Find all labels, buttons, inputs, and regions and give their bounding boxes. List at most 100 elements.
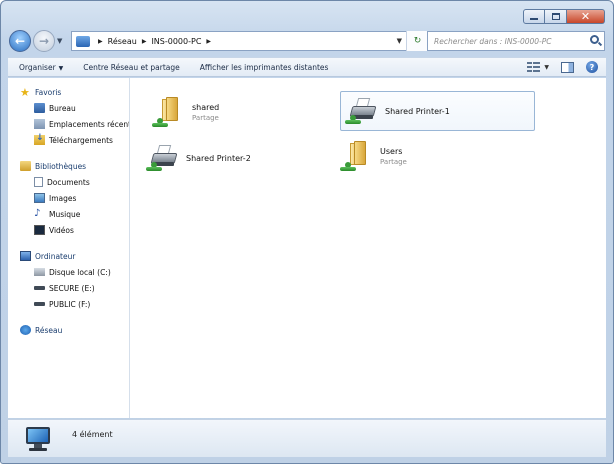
close-button[interactable]: ✕ (567, 9, 605, 24)
organize-button[interactable]: Organiser ▼ (16, 61, 66, 74)
caption-buttons: ✕ (523, 9, 605, 24)
item-count: 4 élément (72, 430, 113, 439)
list-item-shared-printer-1[interactable]: Shared Printer-1 (340, 91, 535, 131)
sidebar-item-images[interactable]: Images (8, 190, 129, 206)
breadcrumb-separator-icon[interactable]: ▶ (142, 38, 147, 45)
sidebar-item-recent-places[interactable]: Emplacements récents (8, 116, 129, 132)
close-icon: ✕ (580, 10, 591, 23)
network-icon (20, 325, 31, 335)
list-item-shared[interactable]: shared Partage (152, 92, 332, 132)
breadcrumb-separator-icon[interactable]: ▶ (206, 38, 211, 45)
sidebar-item-label: Disque local (C:) (49, 267, 111, 277)
sidebar-item-desktop[interactable]: Bureau (8, 100, 129, 116)
address-bar[interactable]: ▶ Réseau ▶ INS-0000-PC ▶ ▼ ↻ (71, 31, 429, 51)
tile-text: Shared Printer-1 (385, 107, 450, 116)
sidebar-item-downloads[interactable]: Téléchargements (8, 132, 129, 148)
removable-drive-icon (34, 302, 45, 306)
explorer-window: ✕ ← → ▼ ▶ Réseau ▶ INS-0000-PC ▶ ▼ ↻ Rec… (0, 0, 614, 464)
sidebar-item-documents[interactable]: Documents (8, 174, 129, 190)
star-icon: ★ (20, 85, 30, 99)
organize-label: Organiser (19, 62, 56, 72)
show-printers-button[interactable]: Afficher les imprimantes distantes (197, 61, 332, 74)
search-box[interactable]: Rechercher dans : INS-0000-PC (427, 31, 605, 51)
tile-text: Users Partage (380, 147, 407, 166)
refresh-button[interactable]: ↻ (406, 31, 428, 51)
share-badge-icon (146, 162, 162, 171)
item-name: shared (192, 102, 220, 112)
address-dropdown-icon[interactable]: ▼ (397, 37, 402, 45)
desktop-icon (34, 103, 45, 113)
computer-icon (22, 425, 56, 453)
main-body: ★ Favoris Bureau Emplacements récents Tél… (8, 78, 606, 418)
image-icon (34, 193, 45, 203)
sidebar-item-label: PUBLIC (F:) (49, 299, 91, 309)
sidebar-item-label: Images (49, 193, 77, 203)
refresh-icon: ↻ (413, 36, 422, 46)
details-pane: 4 élément (8, 419, 606, 457)
libraries-label: Bibliothèques (35, 161, 87, 171)
tile-text: shared Partage (192, 103, 219, 122)
search-icon[interactable] (590, 35, 599, 44)
recent-places-icon (34, 119, 45, 129)
video-icon (34, 225, 45, 235)
sidebar-item-public-drive[interactable]: PUBLIC (F:) (8, 296, 129, 312)
forward-button[interactable]: → (33, 30, 55, 52)
tile-text: Shared Printer-2 (186, 154, 251, 163)
network-label: Réseau (35, 325, 63, 335)
file-list: shared Partage Shared Printer-1 Shared P… (130, 78, 606, 418)
sidebar-item-music[interactable]: ♪ Musique (8, 206, 129, 222)
printer-icon (345, 96, 379, 126)
back-arrow-icon: ← (14, 34, 26, 48)
chevron-down-icon: ▼ (58, 64, 64, 72)
search-input[interactable]: Rechercher dans : INS-0000-PC (434, 37, 552, 46)
list-item-users[interactable]: Users Partage (340, 136, 530, 176)
library-icon (20, 161, 31, 171)
sidebar-item-label: Téléchargements (49, 135, 113, 145)
favorites-label: Favoris (35, 87, 62, 97)
item-type: Partage (192, 113, 219, 122)
network-center-button[interactable]: Centre Réseau et partage (80, 61, 183, 74)
navigation-pane: ★ Favoris Bureau Emplacements récents Tél… (8, 78, 130, 418)
maximize-icon (551, 13, 560, 20)
sidebar-item-computer[interactable]: Ordinateur (8, 248, 129, 264)
sidebar-item-label: Emplacements récents (49, 119, 130, 129)
sidebar-item-libraries[interactable]: Bibliothèques (8, 158, 129, 174)
change-view-icon[interactable] (527, 61, 541, 73)
computer-group: Ordinateur Disque local (C:) SECURE (E:)… (8, 248, 129, 312)
share-badge-icon (340, 162, 356, 171)
sidebar-item-label: Vidéos (49, 225, 74, 235)
share-badge-icon (152, 118, 168, 127)
network-location-icon (76, 35, 90, 47)
computer-label: Ordinateur (35, 251, 76, 261)
preview-pane-icon[interactable] (561, 61, 574, 73)
command-bar-right: ▼ ? (527, 61, 598, 73)
network-group: Réseau (8, 322, 129, 338)
sidebar-item-favorites[interactable]: ★ Favoris (8, 84, 129, 100)
view-options-dropdown-icon[interactable]: ▼ (544, 64, 549, 71)
sidebar-item-network[interactable]: Réseau (8, 322, 129, 338)
sidebar-item-label: Bureau (49, 103, 76, 113)
back-button[interactable]: ← (9, 30, 31, 52)
sidebar-item-videos[interactable]: Vidéos (8, 222, 129, 238)
computer-icon (20, 251, 31, 261)
downloads-icon (34, 133, 45, 145)
sidebar-item-label: Documents (47, 177, 90, 187)
document-icon (34, 177, 43, 187)
navigation-row: ← → ▼ ▶ Réseau ▶ INS-0000-PC ▶ ▼ ↻ Reche… (9, 30, 605, 52)
shared-folder-icon (152, 95, 186, 129)
help-icon[interactable]: ? (586, 61, 598, 73)
sidebar-item-label: SECURE (E:) (49, 283, 95, 293)
sidebar-item-secure-drive[interactable]: SECURE (E:) (8, 280, 129, 296)
users-folder-icon (340, 139, 374, 173)
recent-pages-dropdown-icon[interactable]: ▼ (57, 37, 62, 45)
breadcrumb-separator-icon[interactable]: ▶ (98, 38, 103, 45)
list-item-shared-printer-2[interactable]: Shared Printer-2 (146, 140, 336, 176)
breadcrumb-reseau[interactable]: Réseau (108, 37, 137, 46)
minimize-button[interactable] (523, 9, 545, 24)
forward-arrow-icon: → (38, 34, 50, 48)
sidebar-item-local-disk[interactable]: Disque local (C:) (8, 264, 129, 280)
maximize-button[interactable] (545, 9, 567, 24)
breadcrumb-computer[interactable]: INS-0000-PC (151, 37, 201, 46)
libraries-group: Bibliothèques Documents Images ♪ Musique … (8, 158, 129, 238)
command-bar: Organiser ▼ Centre Réseau et partage Affi… (8, 57, 606, 77)
